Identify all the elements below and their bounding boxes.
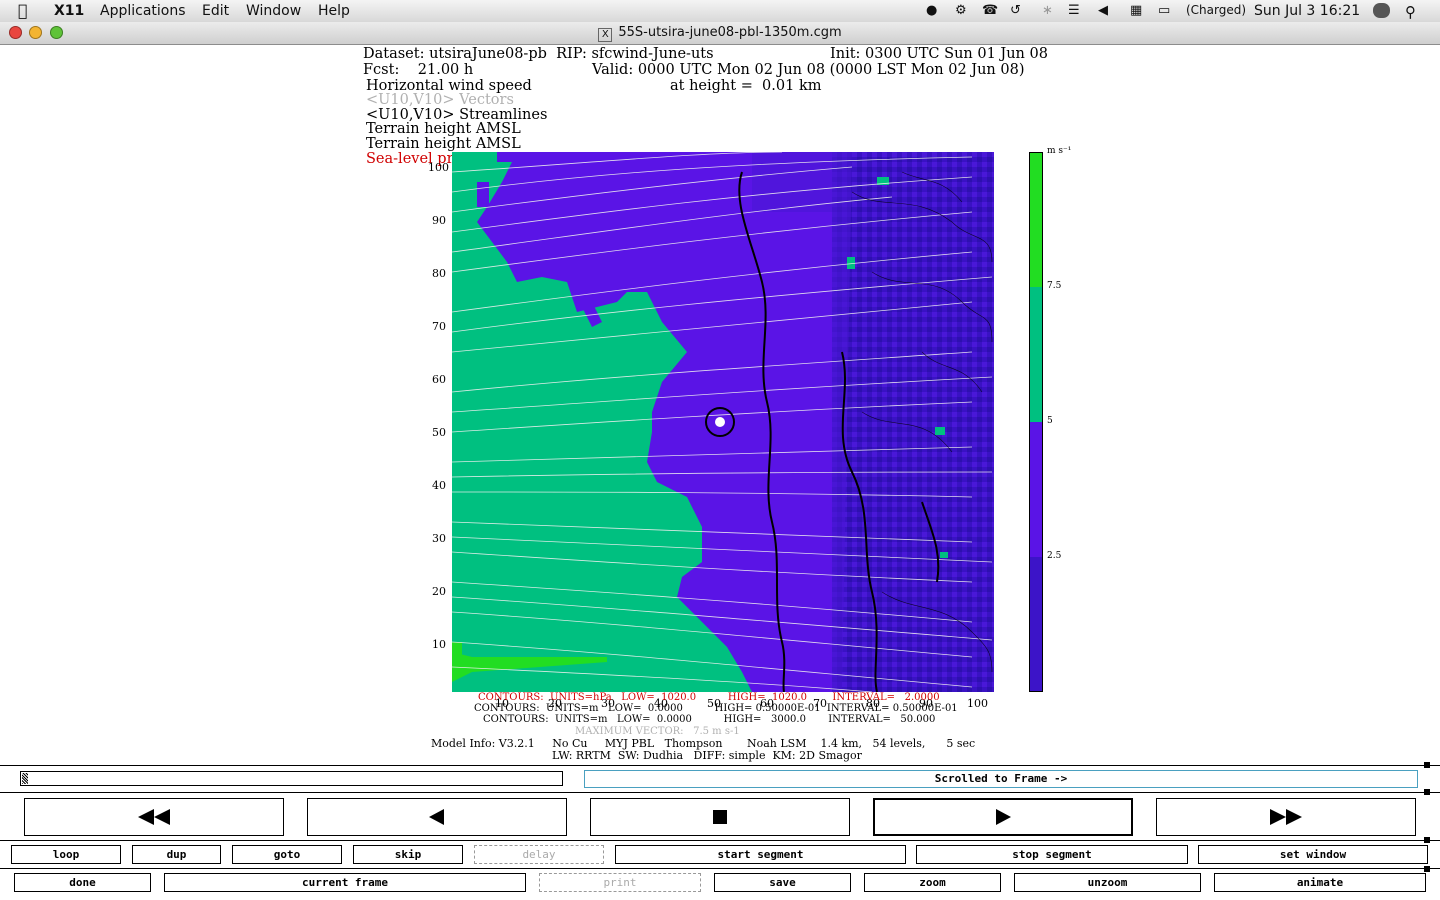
panel-divider-rows: [0, 868, 1440, 869]
set-window-button[interactable]: set window: [1198, 845, 1428, 864]
scrollbar-thumb[interactable]: [22, 773, 28, 784]
bluetooth-icon[interactable]: ∗: [1042, 3, 1053, 18]
window-title: X 55S-utsira-june08-pbl-1350m.cgm: [0, 25, 1440, 42]
stop-icon: [713, 810, 727, 824]
field-label-terrain-2: Terrain height AMSL: [366, 136, 521, 152]
model-info-line-2: LW: RRTM SW: Dudhia DIFF: simple KM: 2D …: [552, 749, 862, 762]
frame-scrollbar[interactable]: [20, 771, 563, 786]
battery-icon[interactable]: ▭: [1158, 3, 1170, 18]
fast-forward-icon: [1270, 809, 1302, 825]
x11-icon: X: [598, 28, 613, 42]
wind-speed-map: [452, 152, 994, 692]
contours-slp-info: CONTOURS: UNITS=hPa LOW= 1020.0 HIGH= 10…: [478, 692, 940, 703]
rewind-icon: [138, 809, 170, 825]
y-tick-60: 60: [432, 373, 446, 386]
print-button[interactable]: print: [539, 873, 701, 892]
skip-button[interactable]: skip: [353, 845, 463, 864]
resize-handle-1: [1424, 762, 1430, 768]
y-tick-100: 100: [428, 161, 449, 174]
loop-button[interactable]: loop: [11, 845, 121, 864]
volume-icon[interactable]: ◀: [1098, 3, 1108, 18]
user-icon[interactable]: [1373, 3, 1390, 18]
status-field: Scrolled to Frame ->: [584, 770, 1418, 788]
y-tick-40: 40: [432, 479, 446, 492]
resize-handle-2: [1424, 789, 1430, 795]
wifi-icon[interactable]: ☰: [1068, 3, 1080, 18]
rewind-button[interactable]: [24, 798, 284, 836]
x-tick-100: 100: [967, 697, 988, 710]
contours-terrain-info-1: CONTOURS: UNITS=m LOW= 0.0000 HIGH= 0.50…: [474, 703, 958, 714]
y-tick-70: 70: [432, 320, 446, 333]
field-height: at height = 0.01 km: [670, 78, 822, 94]
phone-icon[interactable]: ☎: [982, 3, 998, 18]
step-back-icon: [429, 809, 444, 825]
y-tick-80: 80: [432, 267, 446, 280]
panel-divider-mid: [0, 792, 1440, 793]
colorbar-label-7-5: 7.5: [1047, 281, 1062, 291]
save-button[interactable]: save: [714, 873, 851, 892]
contours-terrain-info-2: CONTOURS: UNITS=m LOW= 0.0000 HIGH= 3000…: [483, 714, 936, 725]
start-segment-button[interactable]: start segment: [615, 845, 906, 864]
bluetooth-tool-icon[interactable]: ⚙: [955, 3, 967, 18]
colorbar-unit: m s⁻¹: [1047, 146, 1072, 156]
header-dataset: Dataset: utsiraJune08-pb RIP: sfcwind-Ju…: [363, 46, 714, 62]
fast-forward-button[interactable]: [1156, 798, 1416, 836]
menu-applications[interactable]: Applications: [100, 3, 186, 19]
stop-button[interactable]: [590, 798, 850, 836]
coastal-land-region: [832, 152, 994, 692]
menu-help[interactable]: Help: [318, 3, 350, 19]
maximum-vector-info: MAXIMUM VECTOR: 7.5 m s-1: [575, 726, 740, 737]
y-tick-90: 90: [432, 214, 446, 227]
stop-segment-button[interactable]: stop segment: [916, 845, 1188, 864]
header-valid: Valid: 0000 UTC Mon 02 Jun 08 (0000 LST …: [592, 62, 1025, 78]
play-icon: [996, 809, 1011, 825]
dup-button[interactable]: dup: [132, 845, 221, 864]
menu-app-name[interactable]: X11: [54, 3, 84, 19]
menubar-clock[interactable]: Sun Jul 3 16:21: [1254, 3, 1360, 19]
resize-handle-4: [1424, 866, 1430, 872]
header-fcst: Fcst: 21.00 h: [363, 62, 474, 78]
window-titlebar: X 55S-utsira-june08-pbl-1350m.cgm: [0, 22, 1440, 45]
zoom-button[interactable]: zoom: [864, 873, 1001, 892]
colorbar-label-5: 5: [1047, 416, 1053, 426]
colorbar-label-2-5: 2.5: [1047, 551, 1062, 561]
spotlight-search-icon[interactable]: ⚲: [1405, 3, 1416, 21]
animate-button[interactable]: animate: [1214, 873, 1426, 892]
y-tick-10: 10: [432, 638, 446, 651]
header-init: Init: 0300 UTC Sun 01 Jun 08: [830, 46, 1048, 62]
apple-menu-icon[interactable]: : [18, 1, 28, 20]
y-tick-50: 50: [432, 426, 446, 439]
goto-button[interactable]: goto: [232, 845, 342, 864]
current-frame-button[interactable]: current frame: [164, 873, 526, 892]
panel-divider-top: [0, 765, 1440, 766]
menu-edit[interactable]: Edit: [202, 3, 229, 19]
y-tick-30: 30: [432, 532, 446, 545]
menu-window[interactable]: Window: [246, 3, 301, 19]
panel-divider-buttons: [0, 840, 1440, 841]
step-back-button[interactable]: [307, 798, 567, 836]
field-label-vectors: <U10,V10> Vectors: [366, 92, 514, 108]
y-tick-20: 20: [432, 585, 446, 598]
field-label-terrain-1: Terrain height AMSL: [366, 121, 521, 137]
colorbar: [1029, 152, 1043, 692]
model-info-line-1: Model Info: V3.2.1 No Cu MYJ PBL Thompso…: [431, 737, 976, 750]
time-machine-icon[interactable]: ↺: [1010, 3, 1021, 18]
skype-icon[interactable]: ●: [926, 3, 937, 18]
calendar-icon[interactable]: ▦: [1130, 3, 1142, 18]
battery-status[interactable]: (Charged): [1186, 3, 1246, 17]
mac-menubar:  X11 Applications Edit Window Help ● ⚙ …: [0, 0, 1440, 23]
done-button[interactable]: done: [14, 873, 151, 892]
delay-button[interactable]: delay: [474, 845, 604, 864]
play-button[interactable]: [873, 798, 1133, 836]
unzoom-button[interactable]: unzoom: [1014, 873, 1201, 892]
